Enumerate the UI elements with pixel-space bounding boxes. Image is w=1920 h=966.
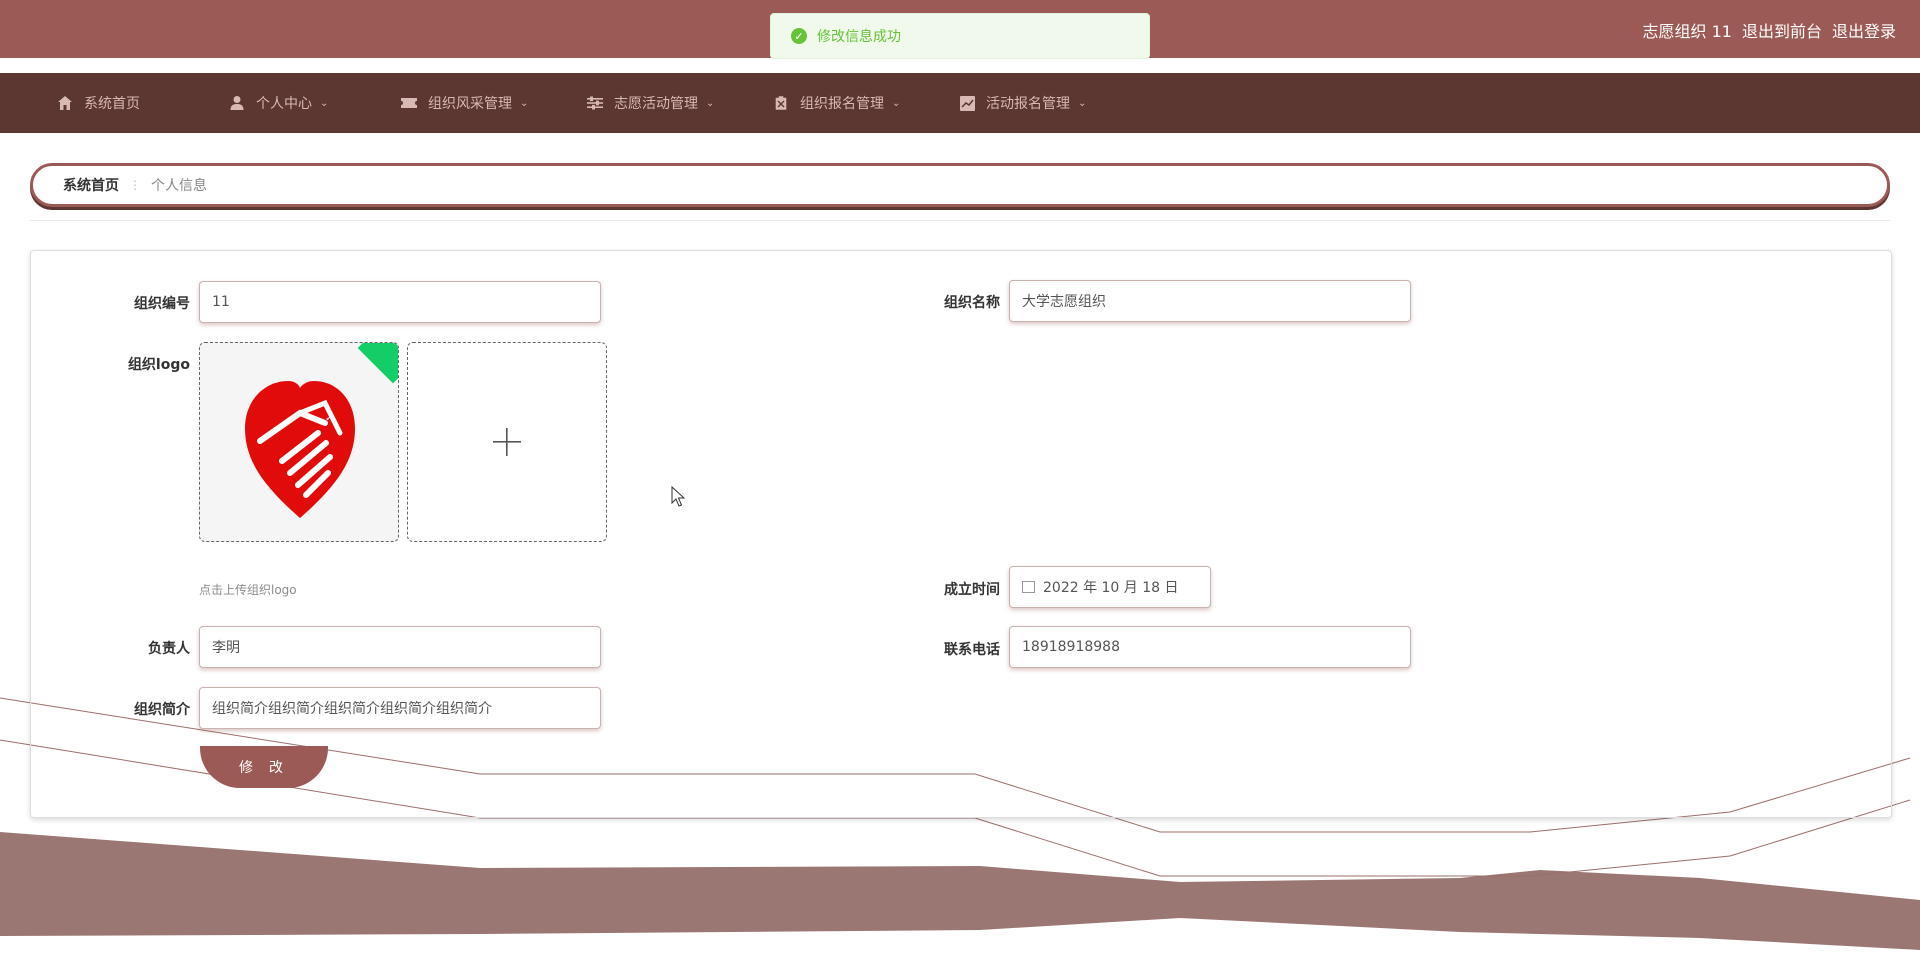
header-actions: 志愿组织 11 退出到前台 退出登录: [1643, 18, 1896, 42]
nav-label-personal-center: 个人中心: [256, 96, 312, 112]
org-name-label: 组织名称: [944, 295, 1000, 311]
logo-upload-button[interactable]: [407, 342, 607, 542]
clipboard-icon: [772, 94, 790, 112]
intro-label: 组织简介: [134, 702, 190, 718]
founded-date-input[interactable]: 2022 年 10 月 18 日: [1009, 566, 1211, 608]
intro-input[interactable]: 组织简介组织简介组织简介组织简介组织简介: [199, 687, 601, 729]
nav-item-personal-center[interactable]: 个人中心 ⌄: [228, 73, 400, 133]
success-toast: ✓ 修改信息成功: [770, 13, 1150, 59]
home-icon: [56, 94, 74, 112]
chevron-down-icon: ⌄: [706, 97, 715, 109]
nav-item-activity-signup[interactable]: 活动报名管理 ⌄: [958, 73, 1144, 133]
toast-message: 修改信息成功: [817, 29, 901, 45]
back-to-front-link[interactable]: 退出到前台: [1742, 18, 1822, 42]
nav-item-home[interactable]: 系统首页: [56, 73, 228, 133]
plus-icon: [493, 428, 521, 456]
chevron-down-icon: ⌄: [320, 97, 329, 109]
org-no-label: 组织编号: [134, 296, 190, 312]
chevron-down-icon: ⌄: [1078, 97, 1087, 109]
divider: [30, 220, 1890, 221]
leader-input[interactable]: 李明: [199, 626, 601, 668]
logo-preview[interactable]: ✓: [199, 342, 399, 542]
svg-text:✓: ✓: [325, 413, 333, 424]
leader-label: 负责人: [148, 641, 190, 657]
nav-label-org-signup: 组织报名管理: [800, 96, 884, 112]
user-icon: [228, 94, 246, 112]
breadcrumb-current: 个人信息: [151, 178, 207, 194]
nav-label-home: 系统首页: [84, 96, 140, 112]
heart-handshake-logo-icon: ✓: [245, 381, 355, 518]
breadcrumb: 系统首页 ⋮ 个人信息: [30, 163, 1890, 207]
logo-upload-hint: 点击上传组织logo: [199, 583, 297, 597]
nav-item-org-signup[interactable]: 组织报名管理 ⌄: [772, 73, 958, 133]
logo-label: 组织logo: [127, 357, 190, 373]
phone-label: 联系电话: [944, 642, 1000, 658]
nav-label-org-style: 组织风采管理: [428, 96, 512, 112]
intro-value: 组织简介组织简介组织简介组织简介组织简介: [212, 701, 492, 717]
org-name-value: 大学志愿组织: [1022, 294, 1106, 310]
nav-item-volunteer-activity[interactable]: 志愿活动管理 ⌄: [586, 73, 772, 133]
phone-value: 18918918988: [1022, 639, 1120, 655]
nav-item-org-style[interactable]: 组织风采管理 ⌄: [400, 73, 586, 133]
founded-label: 成立时间: [944, 582, 1000, 598]
ticket-icon: [400, 94, 418, 112]
breadcrumb-separator: ⋮: [129, 178, 141, 192]
nav-label-activity-signup: 活动报名管理: [986, 96, 1070, 112]
calendar-icon: [1022, 581, 1035, 593]
submit-button[interactable]: 修 改: [200, 746, 328, 788]
founded-date-value: 2022 年 10 月 18 日: [1043, 580, 1179, 596]
current-user: 志愿组织 11: [1642, 22, 1732, 41]
chart-icon: [958, 94, 976, 112]
org-no-value: 11: [212, 294, 230, 310]
logout-link[interactable]: 退出登录: [1832, 18, 1896, 42]
phone-input[interactable]: 18918918988: [1009, 626, 1411, 668]
breadcrumb-home[interactable]: 系统首页: [63, 175, 119, 195]
chevron-down-icon: ⌄: [520, 97, 529, 109]
page: 志愿组织 11 退出到前台 退出登录 ✓ 修改信息成功 系统首页 个人中心 ⌄: [0, 0, 1920, 966]
main-nav: 系统首页 个人中心 ⌄ 组织风采管理 ⌄ 志愿活动管理 ⌄ 组织报名管理 ⌄ 活…: [0, 73, 1920, 133]
chevron-down-icon: ⌄: [892, 97, 901, 109]
org-name-input[interactable]: 大学志愿组织: [1009, 280, 1411, 322]
check-circle-icon: ✓: [791, 28, 807, 44]
org-no-input[interactable]: 11: [199, 281, 601, 323]
mouse-cursor-icon: [671, 486, 685, 507]
leader-value: 李明: [212, 640, 240, 656]
sliders-icon: [586, 94, 604, 112]
nav-label-volunteer-activity: 志愿活动管理: [614, 96, 698, 112]
